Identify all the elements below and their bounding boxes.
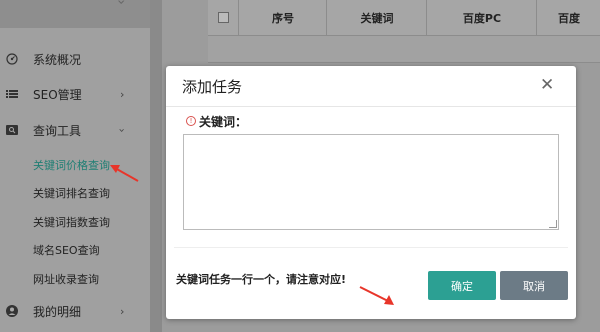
table-header: 序号 关键词 百度PC 百度 [208, 0, 600, 36]
sidebar-item-my-details[interactable]: 我的明细 › [0, 294, 150, 328]
submenu-item-domain-seo[interactable]: 域名SEO查询 [33, 242, 100, 258]
submenu-item-keyword-rank[interactable]: 关键词排名查询 [33, 185, 110, 201]
column-header-baidu-pc[interactable]: 百度PC [426, 0, 537, 35]
required-icon: ! [186, 116, 196, 126]
chevron-right-icon: › [120, 304, 125, 318]
annotation-arrow-icon [359, 286, 394, 305]
close-icon[interactable]: ✕ [540, 75, 554, 95]
column-header-baidu[interactable]: 百度 [536, 0, 600, 35]
search-icon [6, 124, 18, 136]
list-icon [6, 88, 18, 100]
sidebar-item-query-tools[interactable]: 查询工具 › [0, 113, 150, 147]
add-task-dialog: 添加任务 ✕ ! 关键词： 关键词任务一行一个，请注意对应! 确定 取消 [166, 66, 576, 319]
dashboard-icon [6, 53, 18, 65]
select-all-cell [208, 0, 238, 35]
submenu-item-url-index[interactable]: 网址收录查询 [33, 271, 99, 287]
confirm-button[interactable]: 确定 [428, 271, 496, 300]
cancel-button[interactable]: 取消 [500, 271, 568, 300]
user-icon [6, 305, 18, 317]
select-all-checkbox[interactable] [217, 12, 229, 23]
table-row [208, 36, 600, 63]
sidebar-item-label: SEO管理 [33, 87, 82, 102]
sidebar-header: › [0, 0, 150, 28]
annotation-arrow-icon [110, 165, 139, 182]
resize-handle-icon[interactable] [549, 220, 557, 228]
dialog-divider [174, 247, 568, 248]
dialog-header: 添加任务 ✕ [166, 66, 576, 107]
chevron-down-icon: › [115, 127, 129, 133]
chevron-right-icon: › [120, 87, 125, 101]
sidebar-item-label: 查询工具 [33, 123, 82, 138]
sidebar-item-label: 我的明细 [33, 304, 82, 319]
keyword-field-label: 关键词： [199, 115, 248, 129]
instruction-note: 关键词任务一行一个，请注意对应! [176, 273, 347, 286]
sidebar: › 系统概况 SEO管理 › 查询工具 › 关键词价格查询 关键词排名查询 关键… [0, 0, 150, 332]
column-header-keyword[interactable]: 关键词 [326, 0, 427, 35]
column-header-index[interactable]: 序号 [238, 0, 327, 35]
submenu-item-keyword-index[interactable]: 关键词指数查询 [33, 214, 110, 230]
sidebar-item-seo[interactable]: SEO管理 › [0, 77, 150, 111]
sidebar-item-label: 系统概况 [33, 52, 82, 67]
keyword-textarea[interactable] [183, 134, 559, 230]
chevron-down-icon[interactable]: › [113, 0, 129, 5]
submenu-item-keyword-price[interactable]: 关键词价格查询 [33, 157, 110, 173]
divider [150, 0, 162, 332]
dialog-title: 添加任务 [182, 78, 243, 96]
sidebar-item-system-overview[interactable]: 系统概况 [0, 42, 150, 76]
